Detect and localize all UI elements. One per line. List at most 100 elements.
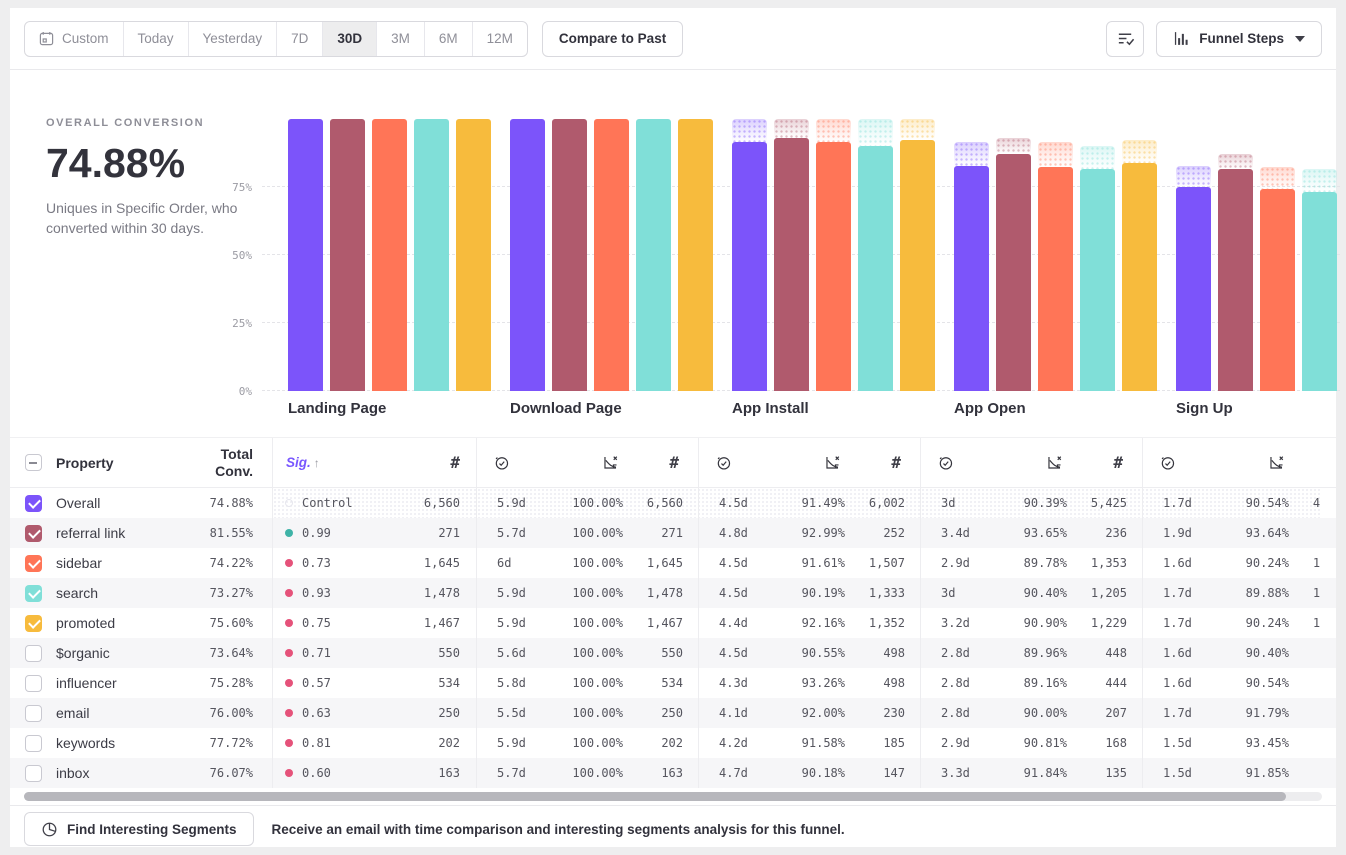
date-range-12m[interactable]: 12M [473, 22, 527, 56]
row-checkbox[interactable] [25, 705, 42, 722]
sig-dot [285, 559, 293, 567]
chart-group-app-open [954, 95, 1157, 391]
bar-slot [456, 95, 491, 391]
sig-section: 0.81202 [273, 728, 476, 758]
step-cell-group: 4.5d90.19%1,333 [698, 578, 920, 608]
total-conv-cell: 74.22% [191, 556, 263, 570]
funnel-bar[interactable] [414, 119, 449, 391]
count-cell: 236 [1067, 526, 1127, 540]
date-range-today[interactable]: Today [124, 22, 189, 56]
step-cell-group: 2.9d89.78%1,353 [920, 548, 1142, 578]
table-row-frozen: email76.00% [10, 698, 263, 728]
funnel-bar[interactable] [330, 119, 365, 391]
step-cell-group: 4.3d93.26%498 [698, 668, 920, 698]
funnel-bar[interactable] [900, 140, 935, 391]
total-conv-cell: 73.64% [191, 646, 263, 660]
select-all-checkbox[interactable] [25, 454, 42, 471]
conv-rate-cell: 92.99% [775, 526, 845, 540]
funnel-bar[interactable] [1176, 187, 1211, 391]
date-range-custom[interactable]: Custom [25, 22, 124, 56]
table-row-frozen: referral link81.55% [10, 518, 263, 548]
sig-section: 0.751,467 [273, 608, 476, 638]
table-row: referral link81.55% 0.992715.7d100.00%271… [10, 518, 1336, 548]
row-checkbox[interactable] [25, 525, 42, 542]
funnel-bar[interactable] [996, 154, 1031, 391]
funnel-bar[interactable] [816, 142, 851, 391]
avg-time-cell: 3d [941, 586, 997, 600]
horizontal-scrollbar-thumb[interactable] [24, 792, 1286, 801]
funnel-bar[interactable] [1122, 163, 1157, 391]
avg-time-cell: 5.8d [497, 676, 553, 690]
funnel-bar[interactable] [858, 146, 893, 391]
funnel-bar[interactable] [288, 119, 323, 391]
date-range-3m[interactable]: 3M [377, 22, 425, 56]
funnel-bar[interactable] [1260, 189, 1295, 391]
date-range-30d[interactable]: 30D [323, 22, 377, 56]
avg-time-cell: 2.8d [941, 706, 997, 720]
date-range-picker: CustomTodayYesterday7D30D3M6M12M [24, 21, 528, 57]
funnel-bar[interactable] [1038, 167, 1073, 391]
sig-section: 0.99271 [273, 518, 476, 548]
date-range-yesterday[interactable]: Yesterday [189, 22, 278, 56]
table-header-frozen: Property Total Conv. [10, 438, 263, 487]
funnel-bar[interactable] [636, 119, 671, 391]
table-row-frozen: keywords77.72% [10, 728, 263, 758]
count-cell: 147 [845, 766, 905, 780]
sig-dot [285, 739, 293, 747]
funnel-bar[interactable] [954, 166, 989, 391]
date-range-7d[interactable]: 7D [277, 22, 323, 56]
table-row: Overall74.88%Control6,5605.9d100.00%6,56… [10, 488, 1336, 518]
conv-rate-cell: 90.18% [775, 766, 845, 780]
funnel-bar[interactable] [552, 119, 587, 391]
bar-group [1176, 95, 1340, 391]
find-interesting-segments-button[interactable]: Find Interesting Segments [24, 812, 254, 846]
avg-time-cell: 4.5d [719, 586, 775, 600]
count-cell: 5,425 [1067, 496, 1127, 510]
count-cell: 405 [1289, 646, 1320, 660]
step-cell-group: 3.2d90.90%1,229 [920, 608, 1142, 638]
sig-cell: 0.99 [302, 526, 386, 540]
conv-rate-cell: 100.00% [553, 736, 623, 750]
sig-column-header[interactable]: Sig.↑ [286, 455, 386, 470]
date-range-6m[interactable]: 6M [425, 22, 473, 56]
funnel-bar[interactable] [510, 119, 545, 391]
chart-category-label: Sign Up [1176, 400, 1346, 417]
conv-rate-cell: 90.00% [997, 706, 1067, 720]
funnel-bar[interactable] [594, 119, 629, 391]
bar-slot [510, 95, 545, 391]
table-row: inbox76.07%0.601635.7d100.00%1634.7d90.1… [10, 758, 1336, 788]
funnel-bar[interactable] [1218, 169, 1253, 391]
row-checkbox[interactable] [25, 675, 42, 692]
compare-to-past-button[interactable]: Compare to Past [542, 21, 683, 57]
step-header-group: # [1142, 438, 1320, 487]
count-cell: 207 [1067, 706, 1127, 720]
count-cell: 250 [623, 706, 683, 720]
funnel-bar[interactable] [678, 119, 713, 391]
avg-time-cell: 4.3d [719, 676, 775, 690]
avg-time-icon [937, 454, 993, 471]
funnel-bar[interactable] [372, 119, 407, 391]
row-checkbox[interactable] [25, 555, 42, 572]
funnel-bar[interactable] [456, 119, 491, 391]
sig-dot [285, 529, 293, 537]
chart-options-button[interactable] [1106, 21, 1144, 57]
funnel-bar[interactable] [774, 138, 809, 391]
step-cell-group: 4.1d92.00%230 [698, 698, 920, 728]
count-cell: 1,353 [1067, 556, 1127, 570]
count-cell: 550 [386, 646, 476, 660]
row-checkbox[interactable] [25, 735, 42, 752]
row-checkbox[interactable] [25, 615, 42, 632]
funnel-steps-dropdown[interactable]: Funnel Steps [1156, 21, 1322, 57]
funnel-bar[interactable] [732, 142, 767, 391]
row-checkbox[interactable] [25, 585, 42, 602]
step-cell-group: 1.6d90.40%405 [1142, 638, 1320, 668]
table-row-scroll-inner: 0.992715.7d100.00%2714.8d92.99%2523.4d93… [273, 518, 1320, 548]
count-icon: # [619, 453, 679, 472]
funnel-bar[interactable] [1080, 169, 1115, 391]
table-row-frozen: influencer75.28% [10, 668, 263, 698]
row-checkbox[interactable] [25, 645, 42, 662]
row-checkbox[interactable] [25, 495, 42, 512]
funnel-bar[interactable] [1302, 192, 1337, 391]
row-checkbox[interactable] [25, 765, 42, 782]
conv-rate-cell: 90.24% [1219, 556, 1289, 570]
